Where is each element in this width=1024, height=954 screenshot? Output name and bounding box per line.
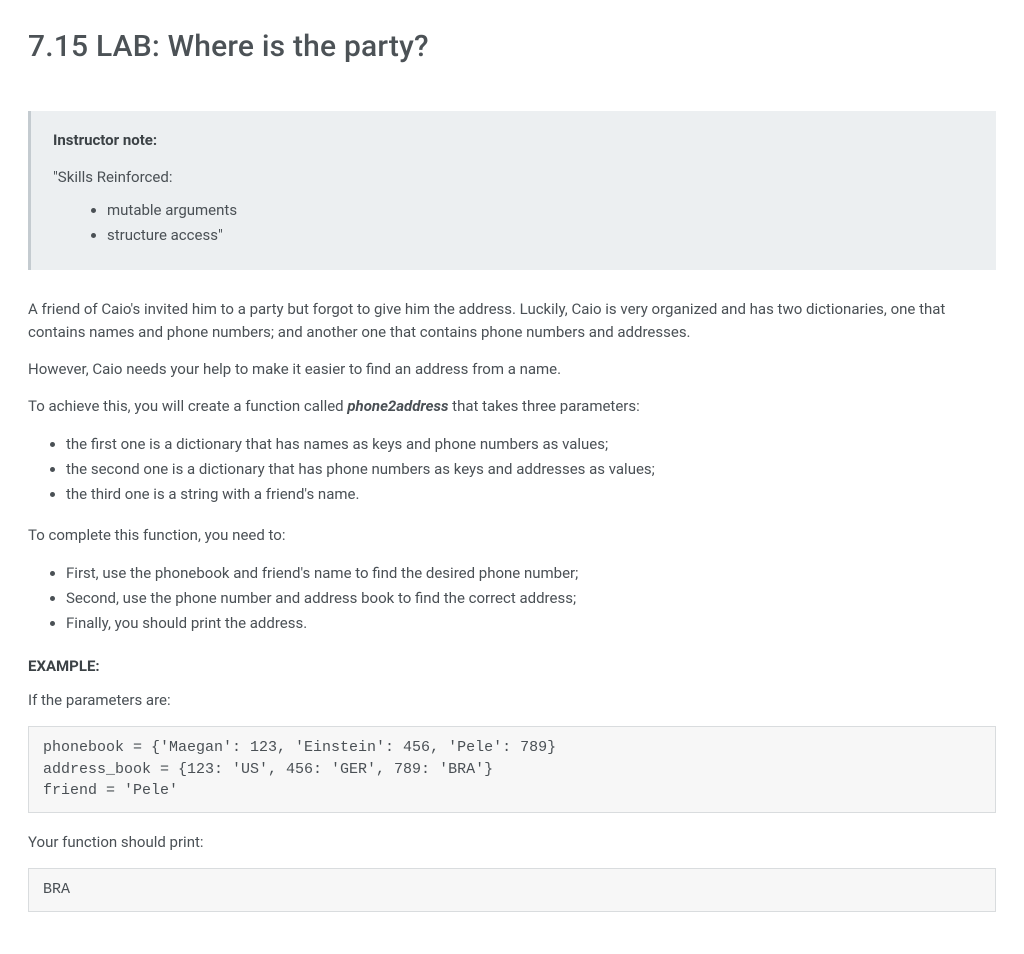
steps-list: First, use the phonebook and friend's na… bbox=[28, 562, 996, 636]
example-outro: Your function should print: bbox=[28, 831, 996, 854]
note-heading: Instructor note: bbox=[53, 129, 974, 152]
skills-list: mutable arguments structure access" bbox=[53, 199, 974, 248]
parameters-list: the first one is a dictionary that has n… bbox=[28, 433, 996, 507]
code-block-output: BRA bbox=[28, 868, 996, 912]
paragraph-intro-1: A friend of Caio's invited him to a part… bbox=[28, 298, 996, 345]
list-item: the second one is a dictionary that has … bbox=[66, 458, 996, 481]
code-block-input: phonebook = {'Maegan': 123, 'Einstein': … bbox=[28, 726, 996, 813]
function-name: phone2address bbox=[347, 397, 448, 415]
example-intro: If the parameters are: bbox=[28, 689, 996, 712]
text-span: that takes three parameters: bbox=[448, 397, 639, 415]
page-title: 7.15 LAB: Where is the party? bbox=[28, 24, 996, 71]
paragraph-steps-intro: To complete this function, you need to: bbox=[28, 524, 996, 547]
list-item: First, use the phonebook and friend's na… bbox=[66, 562, 996, 585]
list-item: the third one is a string with a friend'… bbox=[66, 483, 996, 506]
skills-label: "Skills Reinforced: bbox=[53, 166, 974, 189]
paragraph-intro-2: However, Caio needs your help to make it… bbox=[28, 358, 996, 381]
list-item: mutable arguments bbox=[107, 199, 974, 222]
list-item: Finally, you should print the address. bbox=[66, 612, 996, 635]
list-item: the first one is a dictionary that has n… bbox=[66, 433, 996, 456]
list-item: structure access" bbox=[107, 224, 974, 247]
example-label: EXAMPLE: bbox=[28, 655, 996, 678]
paragraph-function-intro: To achieve this, you will create a funct… bbox=[28, 395, 996, 418]
text-span: To achieve this, you will create a funct… bbox=[28, 397, 347, 415]
instructor-note: Instructor note: "Skills Reinforced: mut… bbox=[28, 111, 996, 270]
list-item: Second, use the phone number and address… bbox=[66, 587, 996, 610]
